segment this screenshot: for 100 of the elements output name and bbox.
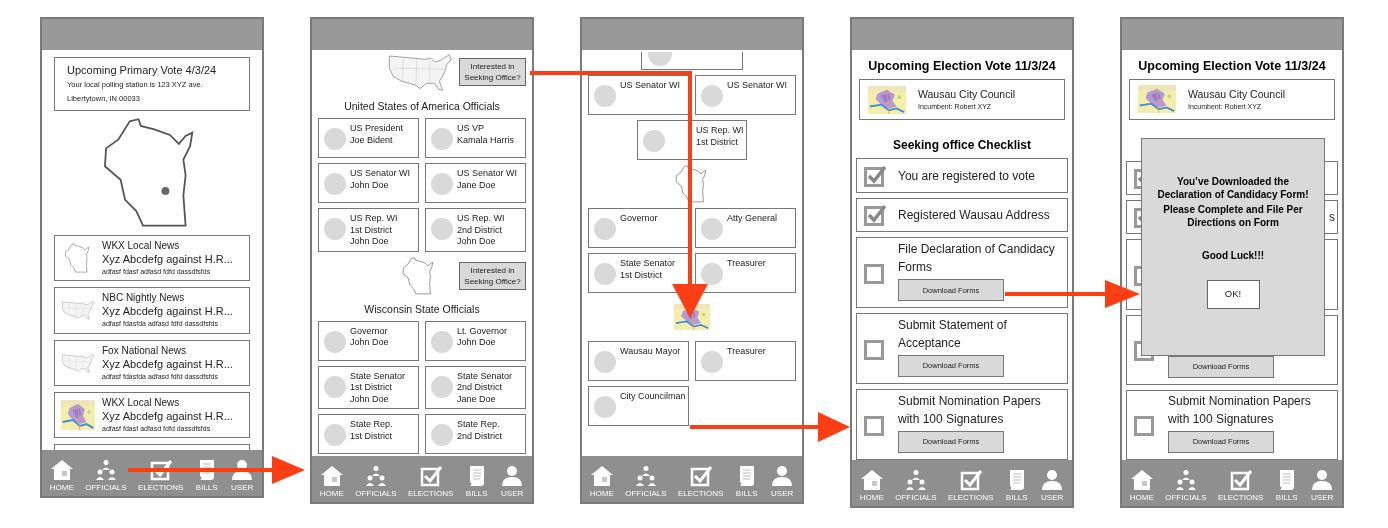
official-card[interactable]: US Senator WI Jane Doe [425,163,526,203]
official-card[interactable]: US Senator WI [695,75,796,115]
checkbox[interactable] [1134,413,1156,436]
official-card[interactable]: US Rep. WI 1st District John Doe [318,208,419,252]
news-source: WKX Local News [102,239,181,253]
avatar-icon [431,218,453,240]
office-title: Atty General [727,213,778,225]
checkbox-icon [958,469,983,491]
office-title: City Councilman [620,391,686,403]
office-title: Lt. Governor [457,325,508,337]
race-title: Wausau City Council [918,87,1016,102]
checkbox[interactable] [864,337,886,360]
official-card[interactable]: Governor [588,208,689,248]
people-icon [903,469,928,491]
office-title: State Senator [350,370,406,382]
checklist-text: Submit Nomination Papers with 100 Signatures [898,393,1042,428]
user-icon [770,465,795,487]
office-detail: 1st District [350,382,393,394]
home-icon [49,459,74,481]
office-title: US Senator WI [457,168,518,180]
official-card[interactable]: Wausau Mayor [588,341,689,381]
office-detail: Kamala Harris [457,134,514,146]
official-card[interactable]: US Senator WI [588,75,689,115]
official-card[interactable]: Treasurer [695,253,796,293]
office-detail: John Doe [350,179,390,191]
office-detail: 2nd District [457,382,503,394]
office-detail: John Doe [350,337,389,349]
office-detail: John Doe [350,236,390,248]
checkbox[interactable] [864,204,886,227]
seek-office-button[interactable]: Interested in Seeking Office? [459,261,526,290]
avatar-icon [594,351,616,373]
checkbox[interactable] [864,164,886,187]
official-card[interactable]: State Rep. 2nd District [425,414,526,454]
office-title: State Rep. [350,419,393,431]
official-card[interactable]: State Senator 1st District [588,253,689,293]
checkbox[interactable] [864,413,886,436]
avatar-icon [643,130,665,152]
seek-office-button[interactable]: Interested in Seeking Office? [459,58,526,86]
avatar-icon [431,375,453,398]
avatar-icon [701,351,723,373]
office-detail: 2nd District [457,224,503,236]
avatar-icon [324,330,346,353]
official-card[interactable]: US VP Kamala Harris [425,118,526,158]
official-card[interactable]: US Senator WI John Doe [318,163,419,203]
office-title: US Rep. WI [457,213,505,225]
checklist-text: File Declaration of Candidacy Forms [898,241,1056,277]
news-headline: Xyz Abcdefg against H.R... [102,356,233,372]
official-card[interactable]: US Rep. WI 1st District [637,120,747,160]
home-icon [859,469,884,491]
avatar-icon [701,263,723,285]
official-card[interactable]: Lt. Governor John Doe [425,320,526,361]
home-icon [1129,469,1154,491]
checklist-text: Submit Statement of Acceptance [898,317,1008,353]
office-title: US Rep. WI [696,125,744,137]
news-headline: Xyz Abcdefg against H.R... [102,409,233,425]
user-icon [1040,469,1065,491]
news-source: NBC Nightly News [102,291,186,305]
avatar-icon [324,375,346,398]
user-icon [1310,469,1335,491]
office-title: US Senator WI [350,168,411,180]
people-icon [93,459,118,481]
user-icon [500,465,525,487]
official-card[interactable]: Atty General [695,208,796,248]
checklist-text: Registered Wausau Address [898,207,1050,225]
checkbox-icon [1228,469,1253,491]
user-icon [230,459,255,481]
official-card[interactable]: US Rep. WI 2nd District John Doe [425,208,526,252]
news-headline: Xyz Abcdefg against H.R... [102,252,233,268]
official-card[interactable]: State Senator 1st District John Doe [318,365,419,409]
avatar-icon [324,128,346,150]
official-card[interactable]: State Senator 2nd District Jane Doe [425,365,526,409]
official-card[interactable]: Treasurer [695,341,796,381]
avatar-icon [594,263,616,285]
office-detail: John Doe [350,393,390,405]
office-detail: Jane Doe [457,179,497,191]
dialog-text: Please Complete and File Per Directions on Form [1162,203,1304,229]
avatar-icon [324,424,346,446]
checkbox[interactable] [864,261,886,284]
checkbox-icon [688,465,713,487]
section-heading: Wisconsin State Officials [363,301,481,316]
ok-button[interactable]: OK! [1206,280,1260,309]
people-icon [1173,469,1198,491]
people-icon [363,465,388,487]
official-card[interactable]: City Councilman [588,386,689,426]
checkbox-icon [148,459,173,481]
avatar-icon [701,218,723,240]
office-detail: 1st District [620,269,663,281]
official-card[interactable]: US President Joe Bident [318,118,419,158]
checklist-text: s [1329,209,1335,227]
office-title: Governor [350,325,389,337]
office-title: Treasurer [727,346,766,358]
heading: Upcoming Election Vote 11/3/24 [867,58,1057,74]
official-card[interactable]: State Rep. 1st District [318,414,419,454]
checklist-text: You are registered to vote [898,167,1035,185]
avatar-icon [324,173,346,195]
checklist-text: Submit Nomination Papers with 100 Signatures [1168,393,1312,428]
office-detail: John Doe [457,337,497,349]
heading: Seeking office Checklist [891,137,1032,154]
official-card[interactable]: Governor John Doe [318,320,419,361]
news-source: Fox National News [102,343,187,357]
